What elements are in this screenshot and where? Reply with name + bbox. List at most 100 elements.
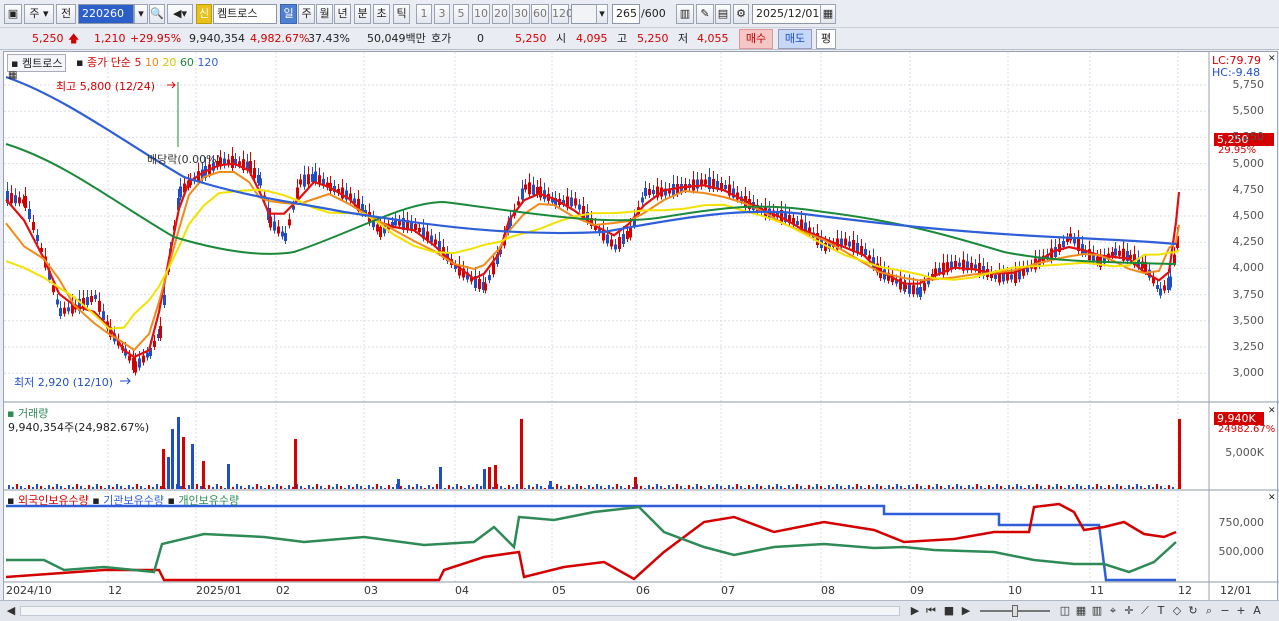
quote-bar: 5,250 🡅 1,210 +29.95% 9,940,354 4,982.67…: [0, 28, 1279, 50]
play-icon[interactable]: ▶: [959, 604, 973, 618]
hoga-price: 5,250: [515, 32, 547, 45]
settings-gear-icon[interactable]: ⚙: [733, 4, 749, 24]
buy-button[interactable]: 매수: [739, 29, 773, 49]
zoom-slider-thumb[interactable]: [1012, 605, 1018, 617]
candle-body: [1010, 274, 1013, 280]
interval-3-button[interactable]: 10: [472, 4, 490, 24]
price-pane-close-icon[interactable]: ✕: [1268, 54, 1276, 64]
horizontal-scrollbar[interactable]: [20, 606, 900, 616]
zoom-in-icon[interactable]: +: [1234, 604, 1248, 618]
date-input[interactable]: 2025/12/01: [752, 4, 822, 24]
split-view-icon[interactable]: ◫: [1058, 604, 1072, 618]
volume-bar: [1036, 484, 1038, 489]
volume-close-icon[interactable]: ✕: [1268, 406, 1276, 416]
eval-button[interactable]: 평: [816, 29, 836, 49]
interval-0-button[interactable]: 1: [416, 4, 432, 24]
font-size-icon[interactable]: A: [1250, 604, 1264, 618]
period-3-button[interactable]: 년: [334, 4, 351, 24]
volume-bar: [152, 487, 154, 489]
interval-dropdown-icon[interactable]: ▾: [596, 4, 608, 24]
chart-canvas[interactable]: [4, 52, 1279, 602]
period-0-button[interactable]: 일: [280, 4, 297, 24]
line-tool-icon[interactable]: ⟋: [1138, 604, 1152, 618]
candle-body: [864, 249, 867, 255]
zoom-search-icon[interactable]: ⌕: [1202, 604, 1216, 618]
period-1-button[interactable]: 주: [298, 4, 315, 24]
grid-view-icon[interactable]: ▦: [1074, 604, 1088, 618]
code-dropdown-icon[interactable]: ▾: [134, 4, 148, 24]
candle-body: [86, 297, 89, 305]
interval-1-button[interactable]: 3: [434, 4, 450, 24]
volume-bar: [820, 486, 822, 489]
interval-7-button[interactable]: 120: [551, 4, 573, 24]
candle-body: [641, 197, 644, 203]
candle-body: [904, 285, 907, 289]
volume-bar: [208, 485, 210, 489]
candle-body: [146, 352, 149, 358]
volume-bar: [244, 488, 246, 489]
ma-legend[interactable]: ▪ 종가 단순 5 10 20 60 120: [76, 54, 218, 70]
volume-bar: [196, 484, 198, 489]
volume-bar: [352, 487, 354, 489]
interval-2-button[interactable]: 5: [453, 4, 469, 24]
stock-code-input[interactable]: 220260: [78, 4, 134, 24]
period-type-select[interactable]: 주 ▾: [24, 4, 54, 24]
volume-bar: [1056, 484, 1058, 489]
stop-icon[interactable]: ■: [942, 604, 956, 618]
rewind-icon[interactable]: ⏮: [924, 604, 938, 618]
draw-tool-icon[interactable]: ✎: [696, 4, 714, 24]
text-tool-icon[interactable]: T: [1154, 604, 1168, 618]
volume-spike: [483, 469, 486, 489]
period-4-button[interactable]: 분: [354, 4, 371, 24]
stock-name-field[interactable]: 켐트로스: [213, 4, 277, 24]
calendar-icon[interactable]: ▦: [820, 4, 836, 24]
save-icon[interactable]: ▤: [715, 4, 731, 24]
price-ytick: 5,250: [1232, 130, 1265, 144]
prev-button[interactable]: 전: [56, 4, 76, 24]
volume-bar: [1080, 486, 1082, 489]
volume-bar: [768, 485, 770, 489]
crosshair-icon[interactable]: ✛: [1122, 604, 1136, 618]
layout-toggle-icon[interactable]: ▥: [1090, 604, 1104, 618]
candle-type-icon[interactable]: ▥: [676, 4, 694, 24]
volume-bar: [676, 484, 678, 489]
shape-tool-icon[interactable]: ◇: [1170, 604, 1184, 618]
volume-bar: [920, 486, 922, 489]
holding-close-icon[interactable]: ✕: [1268, 493, 1276, 503]
volume-bar: [700, 486, 702, 489]
interval-4-button[interactable]: 20: [492, 4, 510, 24]
sell-button[interactable]: 매도: [778, 29, 812, 49]
refresh-icon[interactable]: ↻: [1186, 604, 1200, 618]
volume-bar: [252, 487, 254, 489]
chart-area[interactable]: ▪ 켐트로스 ▪ 종가 단순 5 10 20 60 120 ▦ 최고 5,800…: [3, 51, 1279, 602]
count-input[interactable]: 265: [612, 4, 640, 24]
volume-bar: [692, 487, 694, 489]
sound-icon[interactable]: ◀▾: [167, 4, 193, 24]
search-icon[interactable]: 🔍: [149, 4, 165, 24]
measure-icon[interactable]: ⌖: [1106, 604, 1120, 618]
candle-body: [153, 341, 156, 347]
scroll-left-icon[interactable]: ◀: [4, 604, 18, 618]
volume-bar: [276, 484, 278, 489]
volume-bar: [508, 485, 510, 489]
candle-body: [696, 179, 699, 189]
volume-bar: [1096, 484, 1098, 489]
period-2-button[interactable]: 월: [316, 4, 333, 24]
table-view-icon[interactable]: ▦: [8, 70, 17, 81]
zoom-out-icon[interactable]: −: [1218, 604, 1232, 618]
volume-bar: [584, 488, 586, 489]
candle-body: [414, 224, 417, 230]
period-6-button[interactable]: 틱: [393, 4, 410, 24]
period-5-button[interactable]: 초: [373, 4, 390, 24]
scroll-right-icon[interactable]: ▶: [908, 604, 922, 618]
volume-bar: [664, 488, 666, 489]
x-axis-label: 09: [910, 584, 924, 597]
volume-bar: [1156, 484, 1158, 489]
interval-5-button[interactable]: 30: [512, 4, 530, 24]
candle-body: [231, 156, 234, 168]
volume-bar: [1100, 486, 1102, 489]
layout-icon[interactable]: ▣: [4, 4, 22, 24]
interval-6-button[interactable]: 60: [531, 4, 549, 24]
volume-spike: [1178, 419, 1181, 489]
volume-bar: [632, 487, 634, 489]
